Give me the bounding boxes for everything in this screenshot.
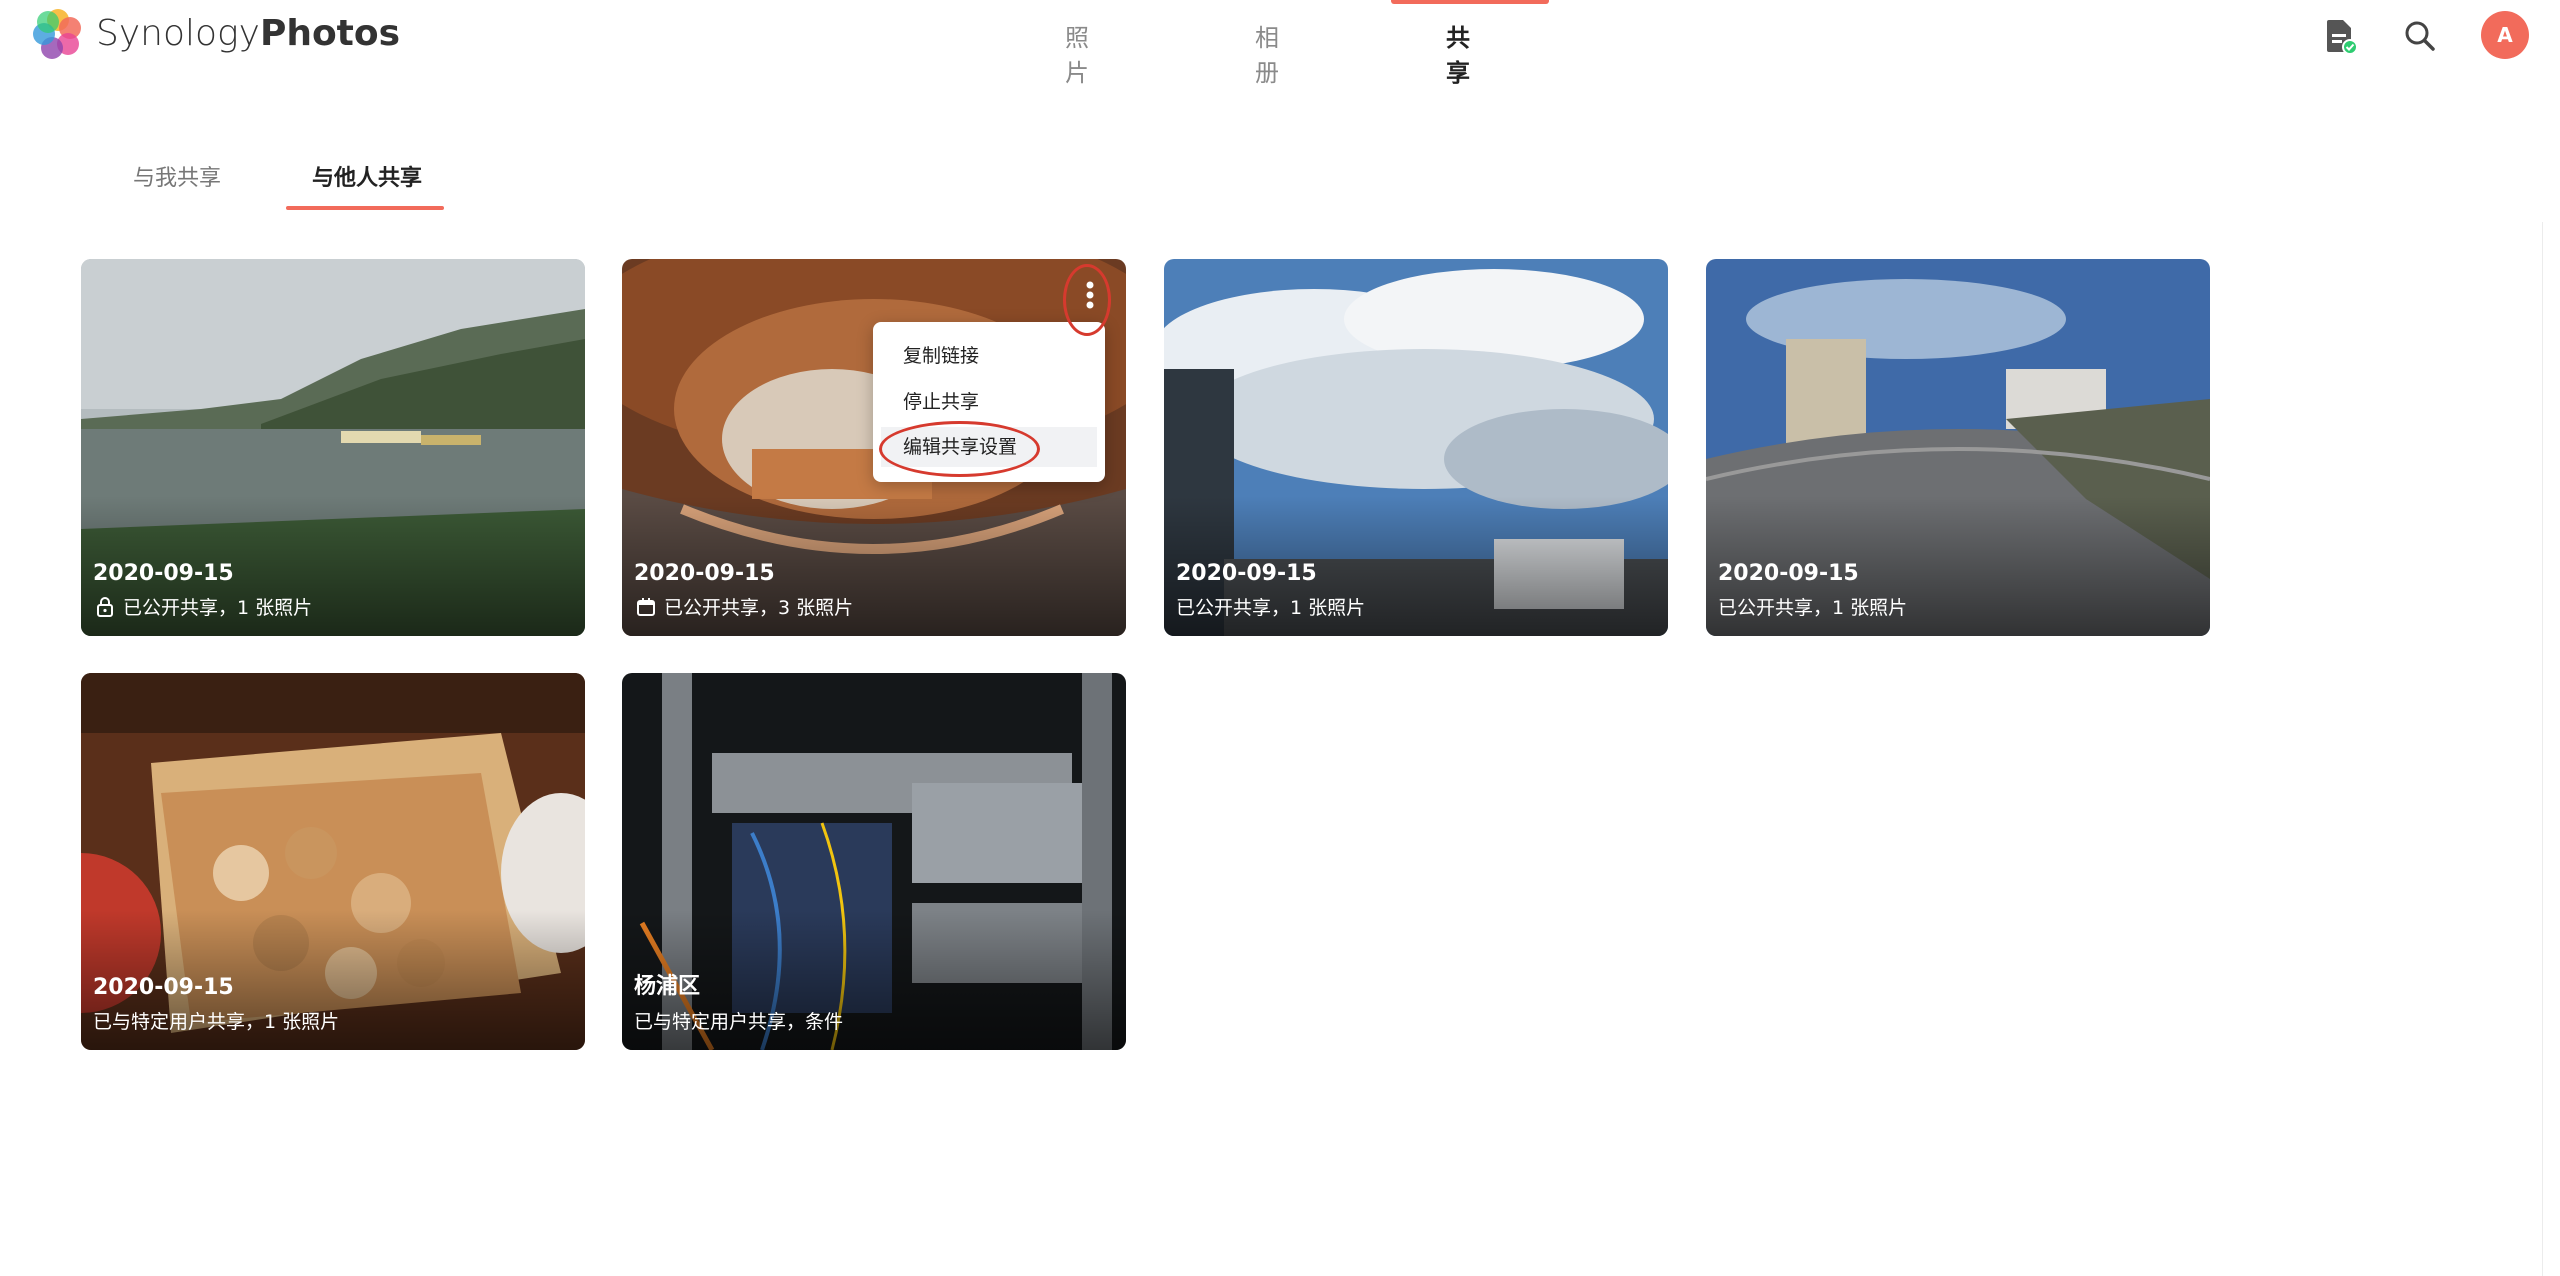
- nav-photos[interactable]: 照片: [1065, 18, 1089, 88]
- album-share-text: 已公开共享，1 张照片: [1176, 597, 1366, 619]
- album-share-text: 已与特定用户共享，条件: [634, 1011, 844, 1033]
- nav-active-indicator: [1391, 0, 1549, 4]
- album-share-text: 已公开共享，1 张照片: [123, 597, 313, 619]
- tab-shared-with-others[interactable]: 与他人共享: [312, 160, 422, 192]
- album-share-text: 已与特定用户共享，1 张照片: [93, 1011, 340, 1033]
- nav-sharing[interactable]: 共享: [1446, 18, 1470, 88]
- app-title: SynologyPhotos: [96, 8, 400, 60]
- tab-shared-with-me[interactable]: 与我共享: [133, 160, 221, 192]
- album-title: 2020-09-15: [93, 975, 234, 1000]
- album-share-info: 已与特定用户共享，1 张照片: [93, 1007, 339, 1034]
- synology-photos-logo[interactable]: [30, 6, 86, 62]
- album-share-info: 已公开共享，3 张照片: [634, 593, 853, 620]
- brand-name-bold: Photos: [259, 13, 401, 54]
- menu-stop-sharing[interactable]: 停止共享: [873, 382, 1105, 422]
- album-share-text: 已公开共享，3 张照片: [664, 597, 854, 619]
- tab-active-indicator: [286, 206, 444, 210]
- album-share-info: 已公开共享，1 张照片: [1718, 593, 1907, 620]
- shared-album-card[interactable]: 2020-09-15 已公开共享，1 张照片: [81, 259, 585, 636]
- shared-album-card[interactable]: 2020-09-15 已与特定用户共享，1 张照片: [81, 673, 585, 1050]
- album-title: 2020-09-15: [93, 561, 234, 586]
- brand-name-light: Synology: [96, 13, 260, 54]
- album-title: 2020-09-15: [1718, 561, 1859, 586]
- shared-album-card[interactable]: 2020-09-15 已公开共享，1 张照片: [1164, 259, 1668, 636]
- album-title: 2020-09-15: [1176, 561, 1317, 586]
- album-share-info: 已公开共享，1 张照片: [93, 593, 312, 620]
- nav-albums[interactable]: 相册: [1255, 18, 1279, 88]
- album-context-menu: 复制链接 停止共享 编辑共享设置: [873, 322, 1105, 482]
- shared-album-card[interactable]: 杨浦区 已与特定用户共享，条件: [622, 673, 1126, 1050]
- menu-copy-link[interactable]: 复制链接: [873, 336, 1105, 376]
- top-bar: SynologyPhotos 照片 相册 共享 A: [0, 0, 2560, 90]
- lock-icon: [97, 596, 113, 617]
- album-share-info: 已公开共享，1 张照片: [1176, 593, 1365, 620]
- scrollbar-track[interactable]: [2542, 222, 2543, 1276]
- search-icon[interactable]: [2400, 16, 2440, 56]
- album-title: 杨浦区: [634, 974, 701, 999]
- album-share-text: 已公开共享，1 张照片: [1718, 597, 1908, 619]
- more-options-icon[interactable]: [1070, 273, 1110, 317]
- user-avatar[interactable]: A: [2481, 11, 2529, 59]
- task-status-icon[interactable]: [2320, 16, 2360, 56]
- calendar-icon: [637, 597, 655, 616]
- shared-album-card[interactable]: 2020-09-15 已公开共享，1 张照片: [1706, 259, 2210, 636]
- menu-edit-share-settings[interactable]: 编辑共享设置: [881, 427, 1097, 467]
- album-share-info: 已与特定用户共享，条件: [634, 1007, 843, 1034]
- album-title: 2020-09-15: [634, 561, 775, 586]
